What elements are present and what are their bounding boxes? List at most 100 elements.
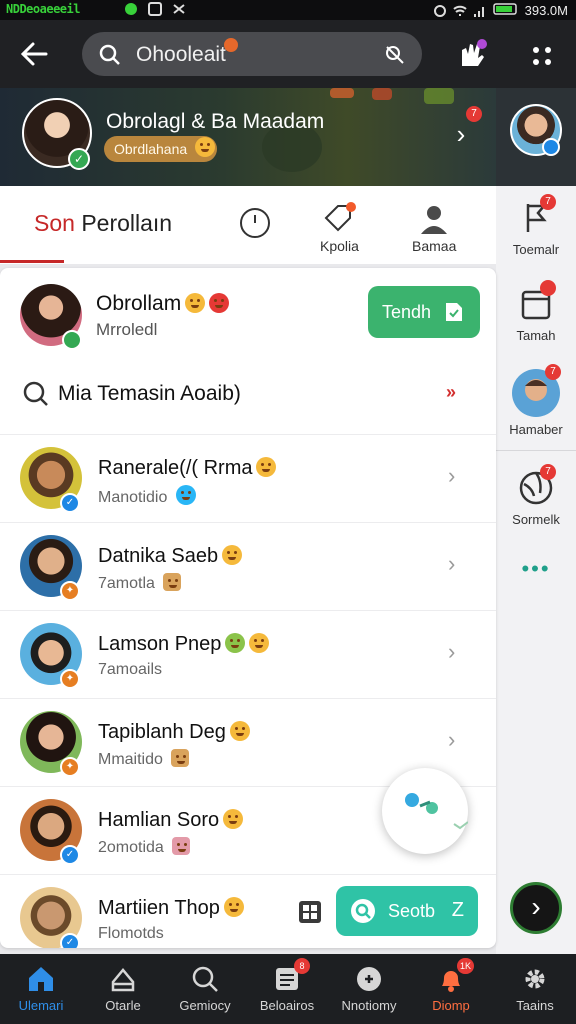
profile-banner[interactable]: ✓ Obrolagl & Ba Maadam Obrdlahana › 7 [0, 88, 496, 186]
chevron-right-icon: › [448, 639, 456, 664]
banner-red-badge: 7 [466, 106, 482, 122]
contact-status: Flomotds [98, 925, 164, 942]
nav-gemiocy[interactable]: Gemiocy [164, 954, 246, 1024]
tab-kpolia[interactable]: Kpolia [320, 202, 359, 254]
contact-status: 2omotida [98, 839, 164, 856]
right-rail: 7 Toemalr Tamah 7 Hamaber 7 Sormelk ••• … [496, 88, 576, 954]
tab-timer[interactable] [238, 206, 272, 242]
search-icon [350, 898, 376, 929]
rail-item-toemalr[interactable]: 7 Toemalr [496, 194, 576, 257]
back-button[interactable] [14, 34, 54, 74]
nav-beloairos[interactable]: 8 Beloairos [246, 954, 328, 1024]
tag-icon [322, 202, 357, 236]
green-emoji-icon [225, 633, 246, 653]
list-icon: 8 [272, 958, 310, 994]
chat-dots-icon [405, 793, 469, 830]
tab-main[interactable]: Son Perollaın [34, 210, 172, 237]
chevron-right-icon: › [448, 463, 456, 488]
banner-decoration [372, 88, 392, 100]
chevron-right-icon: › [448, 727, 456, 752]
image-icon [148, 2, 162, 16]
grid-icon [299, 901, 321, 923]
wifi-icon [452, 4, 467, 18]
tab-bamaa[interactable]: Bamaa [412, 202, 456, 254]
my-profile-row[interactable]: Obrollam Mrroledl Tendh [0, 268, 496, 358]
smile-emoji-icon [223, 897, 244, 917]
grid-dots-icon [533, 47, 551, 65]
rail-avatar-badge-icon [542, 138, 560, 156]
more-options-button[interactable] [526, 40, 558, 72]
person-icon [417, 202, 451, 236]
floating-chat-bubble[interactable] [382, 768, 469, 854]
profile-name: Obrolagl & Ba Maadam [106, 110, 325, 133]
status-badge-icon: ✦ [60, 757, 80, 777]
status-bar: NDDeoaeeeil 393.0M [0, 0, 576, 20]
section-title: Mia Temasin Aoaib) [58, 382, 241, 405]
flag-icon: 7 [516, 194, 556, 238]
tray-icon [108, 964, 138, 994]
contact-row[interactable]: ✦ Datnika Saeb 7amotla › [0, 522, 496, 610]
tab-underline [0, 260, 64, 263]
contact-name: Hamlian Soro [98, 809, 220, 831]
bottom-navigation: Ulemari Otarle Gemiocy 8 Beloairos Nnoti… [0, 954, 576, 1024]
calendar-icon [516, 280, 556, 324]
hand-wave-button[interactable] [454, 36, 490, 72]
chevron-right-icon: › [448, 551, 456, 576]
smile-emoji-icon [229, 721, 250, 741]
my-status: Mrroledl [96, 320, 158, 339]
smile-emoji-icon [185, 293, 206, 313]
seotb-button[interactable]: Seotb Z [336, 886, 478, 936]
banner-open-button[interactable]: › [446, 120, 476, 150]
sticker-icon [171, 749, 190, 767]
search-bar[interactable]: Ohooleait [82, 32, 422, 76]
globe-chat-icon: 7 [516, 464, 556, 508]
signal-icon [473, 4, 487, 18]
smile-emoji-icon [256, 457, 277, 477]
nav-diomp[interactable]: 1K Diomp [410, 954, 492, 1024]
section-header[interactable]: Mia Temasin Aoaib) » [0, 364, 496, 430]
nav-taains[interactable]: Taains [494, 954, 576, 1024]
notification-icon [124, 2, 138, 16]
top-app-bar: Ohooleait [0, 20, 576, 88]
red-emoji-icon [209, 293, 230, 313]
search-icon [190, 964, 220, 994]
contact-name: Datnika Saeb [98, 545, 219, 567]
contact-status: 7amotla [98, 575, 155, 592]
tendh-button[interactable]: Tendh [368, 286, 480, 338]
contact-avatar-icon: 7 [511, 364, 561, 418]
online-badge-icon [62, 330, 82, 350]
search-icon [98, 43, 122, 72]
grid-view-button[interactable] [296, 898, 324, 926]
clear-search-icon[interactable] [384, 44, 406, 71]
search-input[interactable]: Ohooleait [136, 43, 226, 67]
search-badge-icon [224, 38, 238, 52]
verified-icon: ✓ [60, 493, 80, 513]
banner-decoration [424, 88, 454, 104]
contact-row[interactable]: ✦ Lamson Pnep 7amoails › [0, 610, 496, 698]
contact-name: Lamson Pnep [98, 633, 222, 655]
rail-more-dots[interactable]: ••• [496, 556, 576, 582]
verified-check-icon: ✓ [68, 148, 90, 170]
bell-icon: 1K [436, 958, 474, 994]
contact-status: 7amoails [98, 661, 163, 678]
rail-next-button[interactable]: › [510, 882, 562, 934]
rail-item-hamaber[interactable]: 7 Hamaber [496, 364, 576, 437]
rail-item-tamah[interactable]: Tamah [496, 280, 576, 343]
nav-ulemari[interactable]: Ulemari [0, 954, 82, 1024]
rail-item-sormelk[interactable]: 7 Sormelk [496, 464, 576, 527]
status-carrier: NDDeoaeeeil [6, 2, 80, 16]
battery-icon [492, 2, 519, 19]
status-time: 393.0M [524, 3, 568, 18]
sticker-icon [172, 837, 191, 855]
contact-row[interactable]: ✓ Ranerale(/( Rrma Manotidio › [0, 434, 496, 522]
verified-icon: ✓ [60, 845, 80, 865]
contact-name: Ranerale(/( Rrma [98, 457, 253, 479]
nav-nnotiomy[interactable]: Nnotiomy [328, 954, 410, 1024]
nav-otarle[interactable]: Otarle [82, 954, 164, 1024]
section-more-link[interactable]: » [446, 382, 456, 403]
contact-status: Mmaitido [98, 751, 163, 768]
smile-emoji-icon [249, 633, 270, 653]
home-icon [26, 964, 56, 994]
verified-icon: ✓ [60, 933, 80, 948]
back-arrow-icon [20, 42, 48, 66]
